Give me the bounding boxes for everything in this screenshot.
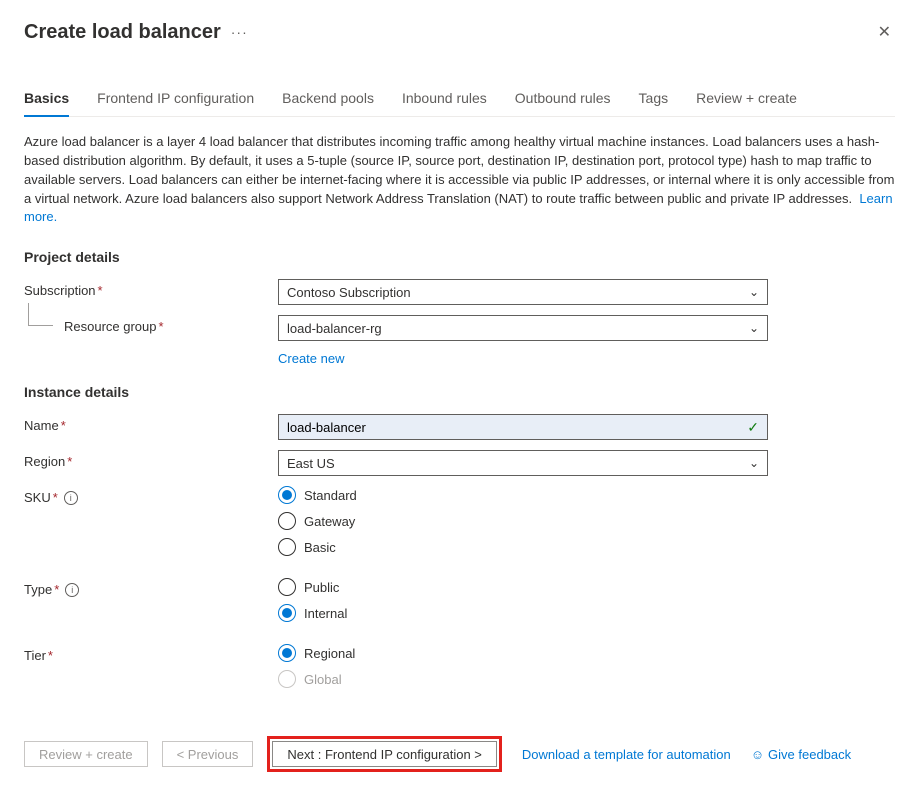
page-title: Create load balancer: [24, 21, 221, 44]
tab-basics[interactable]: Basics: [24, 84, 69, 116]
previous-button[interactable]: < Previous: [162, 741, 254, 767]
tabs-bar: Basics Frontend IP configuration Backend…: [24, 84, 895, 117]
tab-inbound-rules[interactable]: Inbound rules: [402, 84, 487, 116]
description-text: Azure load balancer is a layer 4 load ba…: [24, 133, 895, 227]
section-project-details: Project details: [24, 249, 895, 265]
resource-group-select[interactable]: load-balancer-rg ⌄: [278, 315, 768, 341]
region-select[interactable]: East US ⌄: [278, 450, 768, 476]
next-button-highlight: Next : Frontend IP configuration >: [267, 736, 502, 772]
type-public[interactable]: Public: [278, 578, 768, 596]
review-create-button[interactable]: Review + create: [24, 741, 148, 767]
resource-group-label: Resource group*: [24, 315, 278, 334]
sku-radio-group: Standard Gateway Basic: [278, 486, 768, 556]
tab-tags[interactable]: Tags: [639, 84, 669, 116]
type-label: Type* i: [24, 578, 278, 597]
tier-regional[interactable]: Regional: [278, 644, 768, 662]
give-feedback-link[interactable]: ☺ Give feedback: [751, 747, 851, 762]
tab-review-create[interactable]: Review + create: [696, 84, 797, 116]
feedback-icon: ☺: [751, 747, 764, 762]
sku-standard[interactable]: Standard: [278, 486, 768, 504]
region-value: East US: [287, 456, 335, 471]
tab-frontend-ip[interactable]: Frontend IP configuration: [97, 84, 254, 116]
close-icon[interactable]: ✕: [874, 18, 895, 46]
info-icon[interactable]: i: [65, 583, 79, 597]
info-icon[interactable]: i: [64, 491, 78, 505]
check-icon: ✓: [747, 419, 759, 436]
type-radio-group: Public Internal: [278, 578, 768, 622]
type-internal[interactable]: Internal: [278, 604, 768, 622]
next-button[interactable]: Next : Frontend IP configuration >: [272, 741, 497, 767]
name-input-field[interactable]: [287, 420, 759, 435]
sku-label: SKU* i: [24, 486, 278, 505]
sku-gateway[interactable]: Gateway: [278, 512, 768, 530]
tab-backend-pools[interactable]: Backend pools: [282, 84, 374, 116]
chevron-down-icon: ⌄: [749, 321, 759, 335]
tab-outbound-rules[interactable]: Outbound rules: [515, 84, 611, 116]
sku-basic[interactable]: Basic: [278, 538, 768, 556]
tier-label: Tier*: [24, 644, 278, 663]
chevron-down-icon: ⌄: [749, 456, 759, 470]
feedback-label: Give feedback: [768, 747, 851, 762]
region-label: Region*: [24, 450, 278, 469]
more-icon[interactable]: ···: [231, 24, 248, 40]
section-instance-details: Instance details: [24, 384, 895, 400]
resource-group-value: load-balancer-rg: [287, 321, 382, 336]
chevron-down-icon: ⌄: [749, 285, 759, 299]
subscription-value: Contoso Subscription: [287, 285, 411, 300]
name-label: Name*: [24, 414, 278, 433]
tier-radio-group: Regional Global: [278, 644, 768, 688]
name-input[interactable]: ✓: [278, 414, 768, 440]
description-body: Azure load balancer is a layer 4 load ba…: [24, 134, 894, 206]
subscription-label: Subscription*: [24, 279, 278, 298]
download-template-link[interactable]: Download a template for automation: [522, 747, 731, 762]
create-new-link[interactable]: Create new: [278, 351, 344, 366]
tier-global: Global: [278, 670, 768, 688]
subscription-select[interactable]: Contoso Subscription ⌄: [278, 279, 768, 305]
